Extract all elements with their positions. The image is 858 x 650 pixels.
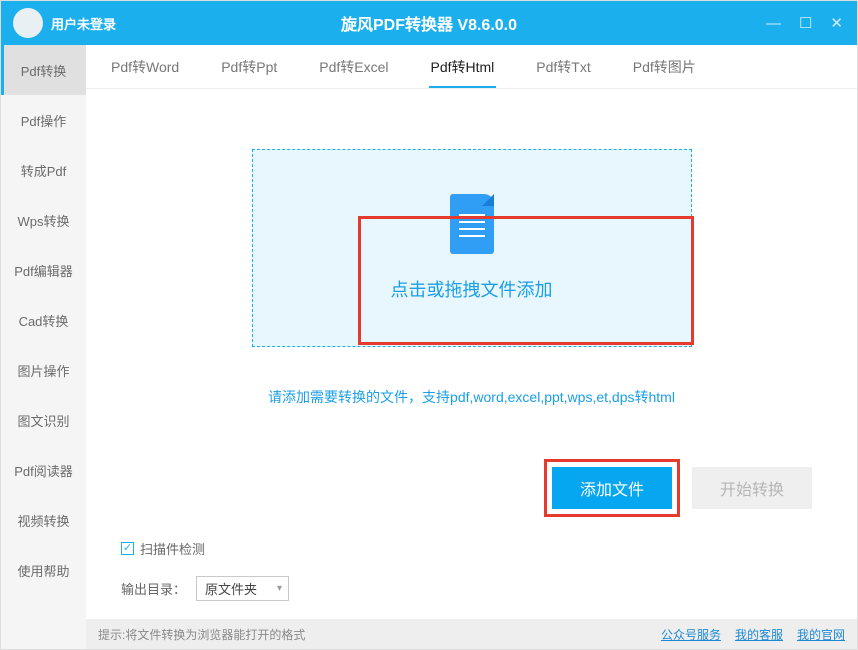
tab-pdf-to-html[interactable]: Pdf转Html (431, 47, 495, 87)
close-icon[interactable]: ✕ (830, 16, 843, 31)
hint-text: 请添加需要转换的文件，支持pdf,word,excel,ppt,wps,et,d… (106, 387, 837, 407)
footer-link-website[interactable]: 我的官网 (797, 626, 845, 643)
sidebar-item-pdf-editor[interactable]: Pdf编辑器 (1, 245, 86, 295)
sidebar-item-pdf-convert[interactable]: Pdf转换 (1, 45, 86, 95)
tab-pdf-to-excel[interactable]: Pdf转Excel (319, 47, 388, 87)
user-status[interactable]: 用户未登录 (51, 14, 116, 33)
sidebar-item-pdf-reader[interactable]: Pdf阅读器 (1, 445, 86, 495)
dropzone[interactable]: 点击或拖拽文件添加 (252, 149, 692, 347)
main: Pdf转Word Pdf转Ppt Pdf转Excel Pdf转Html Pdf转… (86, 45, 857, 649)
sidebar-item-ocr[interactable]: 图文识别 (1, 395, 86, 445)
footer-link-support[interactable]: 我的客服 (735, 626, 783, 643)
sidebar-item-help[interactable]: 使用帮助 (1, 545, 86, 595)
output-dir-value: 原文件夹 (205, 579, 257, 598)
content: 点击或拖拽文件添加 请添加需要转换的文件，支持pdf,word,excel,pp… (86, 89, 857, 619)
footer-link-wechat[interactable]: 公众号服务 (661, 626, 721, 643)
sidebar-item-pdf-operate[interactable]: Pdf操作 (1, 95, 86, 145)
sidebar-item-image-operate[interactable]: 图片操作 (1, 345, 86, 395)
avatar[interactable] (13, 8, 43, 38)
footer-tip: 提示:将文件转换为浏览器能打开的格式 (98, 626, 305, 643)
tab-pdf-to-txt[interactable]: Pdf转Txt (536, 47, 590, 87)
chevron-down-icon: ▾ (277, 583, 282, 594)
app-title: 旋风PDF转换器 V8.6.0.0 (341, 11, 517, 35)
footer: 提示:将文件转换为浏览器能打开的格式 公众号服务 我的客服 我的官网 (86, 619, 857, 649)
titlebar: 用户未登录 旋风PDF转换器 V8.6.0.0 — ☐ ✕ (1, 1, 857, 45)
output-dir-select[interactable]: 原文件夹 ▾ (196, 576, 289, 601)
app-window: 用户未登录 旋风PDF转换器 V8.6.0.0 — ☐ ✕ Pdf转换 Pdf操… (0, 0, 858, 650)
options: ✓ 扫描件检测 输出目录： 原文件夹 ▾ (106, 539, 837, 601)
button-row: 添加文件 开始转换 (106, 467, 837, 509)
sidebar-item-wps-convert[interactable]: Wps转换 (1, 195, 86, 245)
scan-detect-checkbox[interactable]: ✓ 扫描件检测 (121, 539, 837, 558)
dropzone-text: 点击或拖拽文件添加 (391, 276, 553, 302)
window-controls: — ☐ ✕ (766, 16, 857, 31)
tab-pdf-to-image[interactable]: Pdf转图片 (633, 47, 696, 87)
tab-pdf-to-word[interactable]: Pdf转Word (111, 47, 179, 87)
tab-pdf-to-ppt[interactable]: Pdf转Ppt (221, 47, 277, 87)
tabs: Pdf转Word Pdf转Ppt Pdf转Excel Pdf转Html Pdf转… (86, 45, 857, 89)
document-icon (450, 194, 494, 254)
maximize-icon[interactable]: ☐ (799, 16, 812, 31)
output-dir-label: 输出目录： (121, 579, 186, 598)
sidebar-item-cad-convert[interactable]: Cad转换 (1, 295, 86, 345)
sidebar: Pdf转换 Pdf操作 转成Pdf Wps转换 Pdf编辑器 Cad转换 图片操… (1, 45, 86, 649)
sidebar-item-to-pdf[interactable]: 转成Pdf (1, 145, 86, 195)
start-convert-button[interactable]: 开始转换 (692, 467, 812, 509)
checkbox-icon: ✓ (121, 542, 134, 555)
add-file-button[interactable]: 添加文件 (552, 467, 672, 509)
scan-detect-label: 扫描件检测 (140, 539, 205, 558)
sidebar-item-video-convert[interactable]: 视频转换 (1, 495, 86, 545)
minimize-icon[interactable]: — (766, 16, 781, 31)
